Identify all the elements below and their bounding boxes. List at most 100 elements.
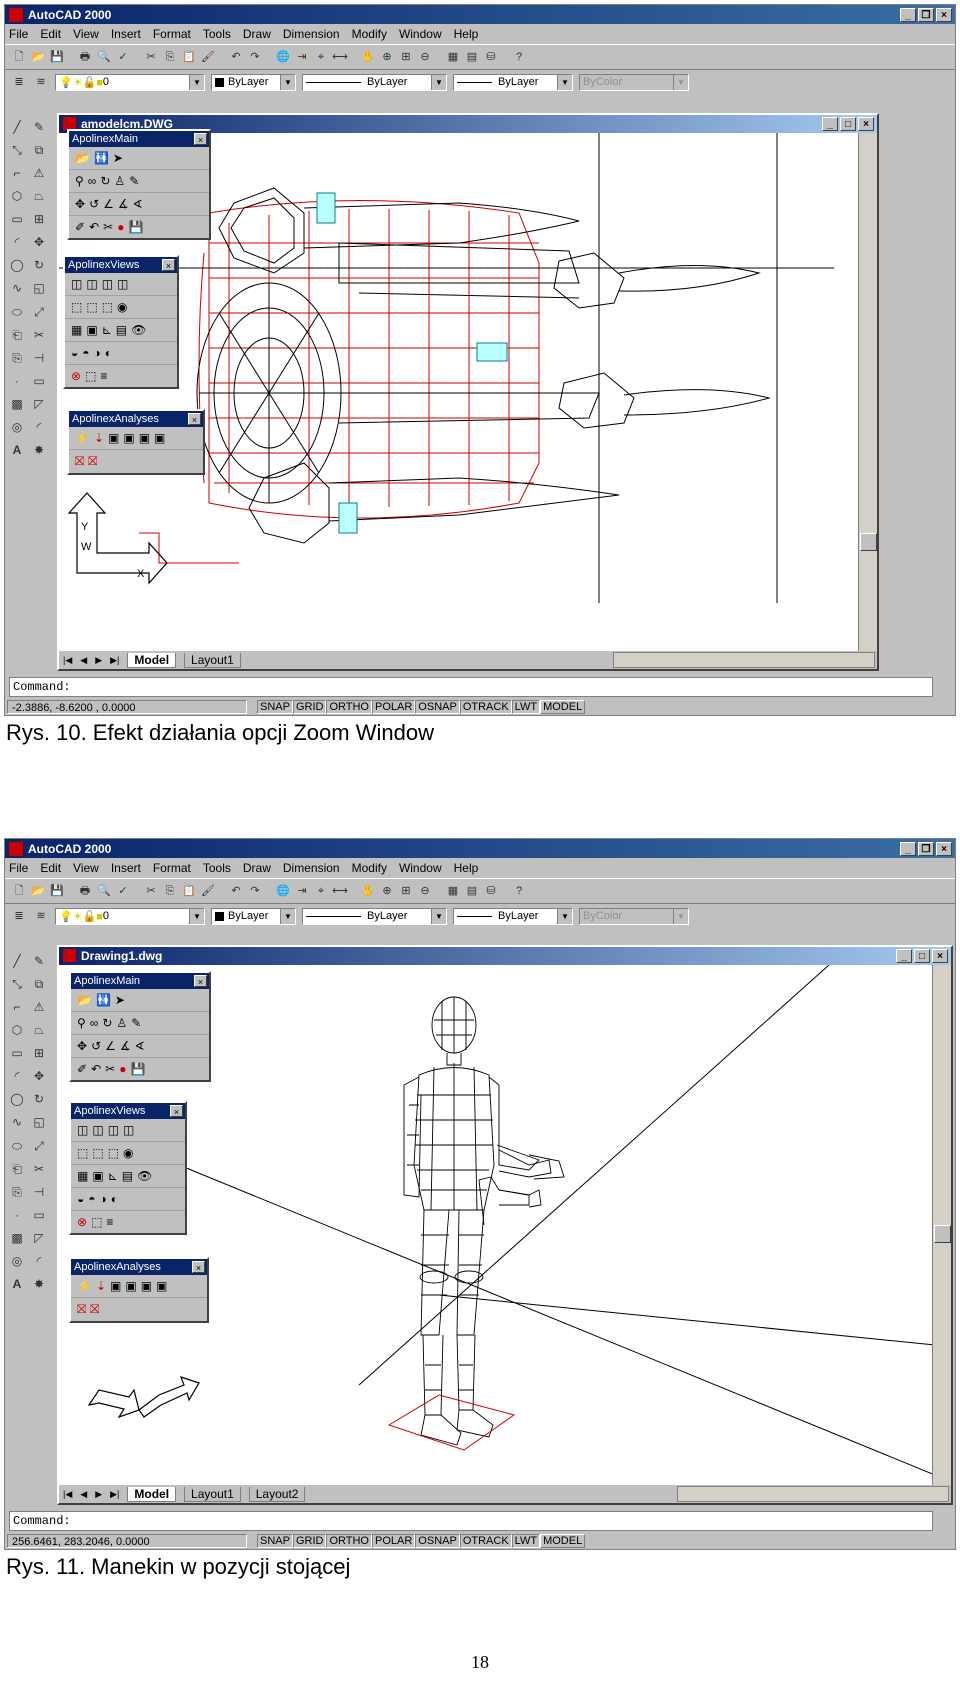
preview-icon[interactable]: 🔍 [96,49,112,65]
palette-close-icon[interactable]: × [170,1105,183,1117]
dbconnect-icon[interactable]: ⛁ [483,49,499,65]
mirror-icon[interactable]: ⚠ [31,999,47,1015]
hide-icon[interactable]: ⊗ [77,1215,87,1229]
match-properties-icon[interactable]: 🖌 [200,883,216,899]
polygon-icon[interactable]: ⬡ [9,1022,25,1038]
grid-view-icon[interactable]: ▦ [71,323,82,337]
edit-figure-icon[interactable]: ✎ [129,174,139,188]
analysis3-icon[interactable]: ▣ [110,1279,121,1293]
tab-prev-icon[interactable]: ◀ [80,655,87,666]
stretch-icon[interactable]: ⤢ [31,304,47,320]
snap-toggle[interactable]: SNAP [257,1534,293,1548]
ortho-toggle[interactable]: ORTHO [326,1534,372,1548]
point-icon[interactable]: · [9,1207,25,1223]
lwt-toggle[interactable]: LWT [511,700,541,714]
redo-icon[interactable]: ↷ [247,883,263,899]
menu-view[interactable]: View [73,861,99,875]
copy-icon[interactable]: ⎘ [162,49,178,65]
turn-icon[interactable]: ↺ [91,1039,101,1053]
shade4-icon[interactable]: ◐ [111,1192,118,1206]
fillet-icon[interactable]: ◜ [31,419,47,435]
angle1-icon[interactable]: ∠ [103,197,114,211]
undo-icon[interactable]: ↶ [228,883,244,899]
person-icon[interactable]: ♙ [114,174,125,188]
tab-layout1[interactable]: Layout1 [184,652,241,668]
preview-icon[interactable]: 🔍 [96,883,112,899]
frame-view-icon[interactable]: ▣ [86,323,97,337]
pan-icon[interactable]: ✋ [360,49,376,65]
model-toggle[interactable]: MODEL [540,1534,586,1548]
layer-combo[interactable]: 💡☀🔓■ 0 ▼ [55,73,205,91]
insert-block-icon[interactable]: ⎗ [9,327,25,343]
layers-icon[interactable]: ≣ [11,74,27,90]
analysis7-icon[interactable]: ⛝ [75,454,84,469]
select-icon[interactable]: ➤ [113,151,123,165]
cut-figure-icon[interactable]: ✂ [103,220,113,234]
stretch-icon[interactable]: ⤢ [31,1138,47,1154]
osnap-toggle[interactable]: OSNAP [415,700,460,714]
lineweight-combo[interactable]: ByLayer ▼ [453,73,573,91]
make-block-icon[interactable]: ⎘ [9,350,25,366]
open-icon[interactable]: 📂 [30,883,46,899]
doc-close-button[interactable]: × [932,949,948,963]
chamfer-icon[interactable]: ◸ [31,1230,47,1246]
tracking-icon[interactable]: ⇥ [294,883,310,899]
menu-window[interactable]: Window [399,861,442,875]
polygon-icon[interactable]: ⬡ [9,188,25,204]
rectangle-icon[interactable]: ▭ [9,1045,25,1061]
horizontal-scrollbar[interactable] [613,652,875,668]
print-icon[interactable]: 🖶 [77,49,93,65]
layer-previous-icon[interactable]: ≋ [33,908,49,924]
polar-toggle[interactable]: POLAR [372,700,416,714]
analysis4-icon[interactable]: ▣ [125,1279,136,1293]
palette-close-icon[interactable]: × [162,259,175,271]
spell-icon[interactable]: ✓ [115,883,131,899]
polar-toggle[interactable]: POLAR [372,1534,416,1548]
new-icon[interactable]: 🗋 [11,883,27,899]
shade4-icon[interactable]: ◐ [105,346,112,360]
otrack-toggle[interactable]: OTRACK [459,700,512,714]
spline-icon[interactable]: ∿ [9,1114,25,1130]
scale-icon[interactable]: ◱ [31,1114,47,1130]
figure-icon[interactable]: 🚻 [94,151,109,165]
ucs-icon[interactable]: ⌖ [313,883,329,899]
axis-view-icon[interactable]: ⊾ [102,323,112,337]
view-side-icon[interactable]: ◫ [86,277,97,291]
tab-first-icon[interactable]: |◀ [63,1489,72,1500]
analysis6-icon[interactable]: ▣ [154,431,165,445]
pen-icon[interactable]: ✐ [75,220,85,234]
menu-draw[interactable]: Draw [243,861,271,875]
layers-view-icon[interactable]: ≡ [106,1215,113,1229]
palette-close-icon[interactable]: × [192,1261,205,1273]
rotate-icon[interactable]: ↻ [31,257,47,273]
model-space-canvas[interactable]: Y W X ApolinexMain × 📂 🚻 ➤ ⚲ ∞ ↻ ♙ ✎ ✥ ↺ ∠ ∡ ∢ ✐ ↶ ✂ ●… [59,129,859,651]
layer-combo[interactable]: 💡☀🔓■ 0 ▼ [55,907,205,925]
fillet-icon[interactable]: ◜ [31,1253,47,1269]
analysis8-icon[interactable]: ⛝ [90,1302,99,1317]
palette-close-icon[interactable]: × [188,413,201,425]
spline-icon[interactable]: ∿ [9,280,25,296]
color-combo[interactable]: ByLayer ▼ [211,73,296,91]
analysis2-icon[interactable]: ⇣ [96,1279,106,1293]
arc-icon[interactable]: ◜ [9,1068,25,1084]
move-joint-icon[interactable]: ✥ [75,197,85,211]
lineweight-combo[interactable]: ByLayer ▼ [453,907,573,925]
design-center-icon[interactable]: ▤ [464,883,480,899]
hyperlink-icon[interactable]: 🌐 [275,883,291,899]
construction-line-icon[interactable]: ⤡ [9,976,25,992]
snap-toggle[interactable]: SNAP [257,700,293,714]
linetype-combo[interactable]: ByLayer ▼ [302,73,447,91]
stop-icon[interactable]: ● [117,220,124,234]
person-icon[interactable]: ♙ [116,1016,127,1030]
view-iso3-icon[interactable]: ⬚ [108,1146,119,1160]
break-icon[interactable]: ▭ [31,373,47,389]
model-space-canvas[interactable]: ApolinexMain × 📂 🚻 ➤ ⚲ ∞ ↻ ♙ ✎ ✥ ↺ ∠ ∡ ∢ ✐ ↶ ✂ ● 💾 Apol… [59,965,935,1485]
zoom-realtime-icon[interactable]: ⊕ [379,883,395,899]
layers-icon[interactable]: ≣ [11,908,27,924]
analysis2-icon[interactable]: ⇣ [94,431,104,445]
line-icon[interactable]: ╱ [9,119,25,135]
view-iso2-icon[interactable]: ⬚ [86,300,97,314]
match-properties-icon[interactable]: 🖌 [200,49,216,65]
polyline-icon[interactable]: ⌐ [9,165,25,181]
osnap-toggle[interactable]: OSNAP [415,1534,460,1548]
